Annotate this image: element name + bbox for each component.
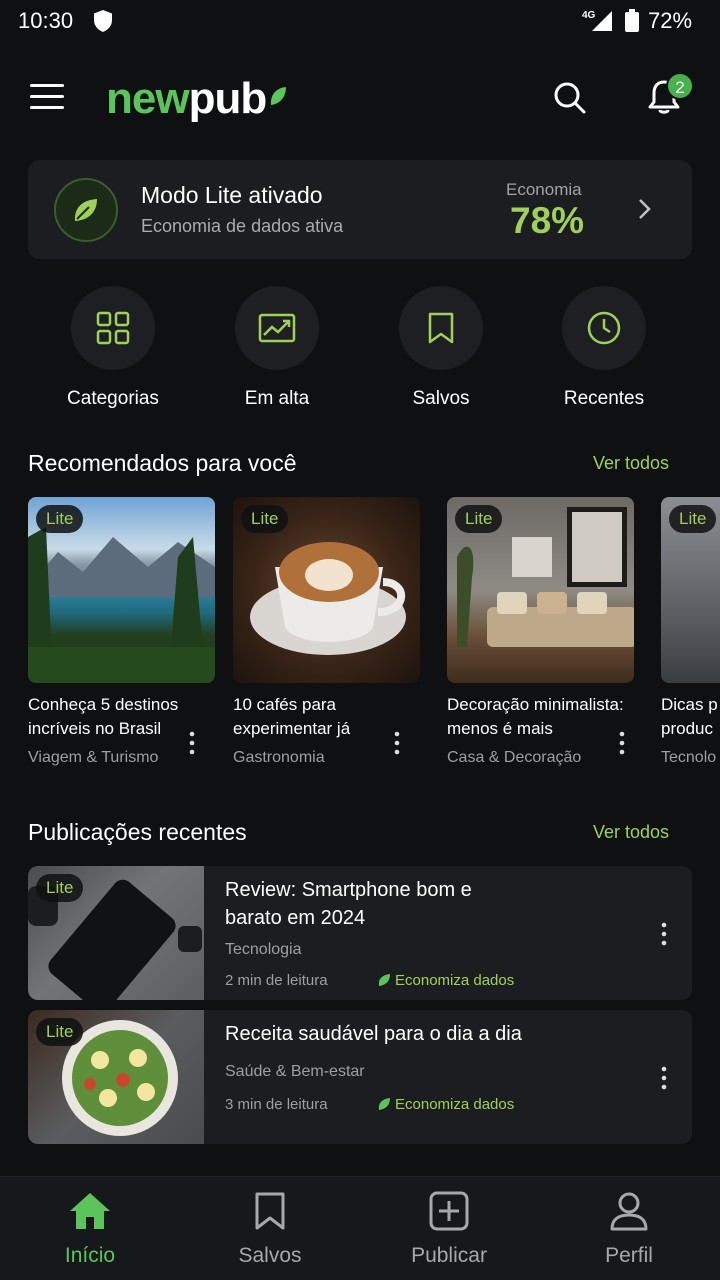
quick-action-label: Categorias	[67, 388, 159, 409]
logo-leaf-icon	[268, 68, 288, 118]
recommended-card[interactable]: Lite Conheça 5 destinos incríveis no Bra…	[28, 497, 215, 767]
nav-saved[interactable]: Salvos	[210, 1191, 330, 1268]
menu-icon[interactable]	[30, 84, 64, 112]
nav-profile[interactable]: Perfil	[569, 1191, 689, 1268]
quick-action-trending[interactable]: Em alta	[207, 286, 347, 410]
post-read-time: 2 min de leitura	[225, 972, 328, 989]
card-image: Lite	[447, 497, 634, 683]
chevron-right-icon	[634, 196, 654, 227]
lite-badge: Lite	[36, 1018, 84, 1046]
lite-mode-title: Modo Lite ativado	[141, 182, 323, 208]
data-saver-label: Economiza dados	[395, 972, 515, 989]
status-time: 10:30	[18, 8, 74, 33]
quick-action-recent[interactable]: Recentes	[534, 286, 674, 410]
post-image: Lite	[28, 1010, 204, 1144]
grid-icon	[71, 286, 155, 370]
quick-action-categories[interactable]: Categorias	[43, 286, 183, 410]
lite-badge: Lite	[455, 505, 503, 533]
logo-new: new	[106, 74, 190, 123]
recent-post[interactable]: Lite Review: Smartphone bom e barato em …	[28, 866, 692, 1000]
card-image: Lite	[28, 497, 215, 683]
plus-square-icon	[429, 1191, 469, 1231]
more-options-icon[interactable]	[660, 922, 668, 951]
shield-icon	[92, 9, 114, 38]
economy-label: Economia	[506, 180, 582, 199]
lite-badge: Lite	[36, 505, 84, 533]
recent-title: Publicações recentes	[28, 819, 247, 845]
post-title: Review: Smartphone bom e barato em 2024	[225, 879, 472, 929]
recommended-card[interactable]: Lite Dicas p produc Tecnolo	[661, 497, 720, 767]
notification-badge: 2	[666, 72, 694, 100]
home-icon	[70, 1193, 110, 1229]
quick-action-label: Salvos	[412, 388, 470, 409]
bookmark-icon	[255, 1192, 285, 1230]
lite-badge: Lite	[36, 874, 84, 902]
bookmark-icon	[399, 286, 483, 370]
more-options-icon[interactable]	[393, 731, 401, 760]
recommended-see-all-link[interactable]: Ver todos	[593, 453, 669, 474]
card-category: Viagem & Turismo	[28, 749, 159, 766]
lite-badge: Lite	[669, 505, 717, 533]
signal-icon	[590, 10, 614, 37]
card-title: 10 cafés para experimentar já	[233, 695, 351, 738]
post-category: Saúde & Bem-estar	[225, 1063, 365, 1080]
status-bar: 10:30 4G 72%	[0, 0, 720, 44]
quick-action-label: Recentes	[563, 388, 645, 409]
lite-mode-subtitle: Economia de dados ativa	[141, 216, 344, 236]
card-category: Tecnolo	[661, 749, 717, 766]
nav-label: Início	[64, 1244, 116, 1267]
lite-mode-banner[interactable]: Modo Lite ativado Economia de dados ativ…	[28, 160, 692, 259]
post-read-time: 3 min de leitura	[225, 1096, 328, 1113]
card-image: Lite	[233, 497, 420, 683]
card-category: Gastronomia	[233, 749, 325, 766]
app-logo: newpub	[106, 74, 286, 124]
battery-icon	[624, 9, 640, 38]
trending-icon	[235, 286, 319, 370]
quick-action-saved[interactable]: Salvos	[371, 286, 511, 410]
card-title: Conheça 5 destinos incríveis no Brasil	[28, 695, 179, 738]
quick-action-label: Em alta	[244, 388, 310, 409]
economy-value: 78%	[510, 200, 585, 241]
nav-label: Salvos	[238, 1244, 302, 1267]
recent-post[interactable]: Lite Receita saudável para o dia a dia S…	[28, 1010, 692, 1144]
card-title: Decoração minimalista: menos é mais	[447, 695, 624, 738]
lite-badge: Lite	[241, 505, 289, 533]
post-image: Lite	[28, 866, 204, 1000]
user-icon	[610, 1192, 648, 1231]
leaf-icon	[54, 178, 118, 242]
card-image: Lite	[661, 497, 720, 683]
search-icon[interactable]	[552, 80, 588, 121]
app-bar: newpub	[0, 60, 720, 136]
more-options-icon[interactable]	[660, 1066, 668, 1095]
nav-publish[interactable]: Publicar	[389, 1191, 509, 1268]
recommended-title: Recomendados para você	[28, 450, 297, 476]
recommended-card[interactable]: Lite Decoração minimalista: menos é mais…	[447, 497, 634, 767]
data-saver-label: Economiza dados	[395, 1096, 515, 1113]
post-category: Tecnologia	[225, 941, 302, 958]
card-category: Casa & Decoração	[447, 749, 582, 766]
more-options-icon[interactable]	[188, 731, 196, 760]
data-saver-tag: Economiza dados	[377, 1096, 514, 1113]
nav-label: Perfil	[605, 1244, 653, 1267]
recent-see-all-link[interactable]: Ver todos	[593, 822, 669, 843]
battery-percent: 72%	[648, 8, 693, 33]
bottom-nav: Início Salvos Publicar Perfil	[0, 1176, 720, 1280]
nav-home[interactable]: Início	[30, 1191, 150, 1268]
logo-pub: pub	[188, 74, 268, 123]
card-title: Dicas p produc	[661, 695, 718, 738]
nav-label: Publicar	[411, 1244, 487, 1267]
more-options-icon[interactable]	[618, 731, 626, 760]
post-title: Receita saudável para o dia a dia	[225, 1023, 522, 1045]
recommended-card[interactable]: Lite 10 cafés para experimentar já Gastr…	[233, 497, 420, 767]
data-saver-tag: Economiza dados	[377, 972, 514, 989]
clock-icon	[562, 286, 646, 370]
